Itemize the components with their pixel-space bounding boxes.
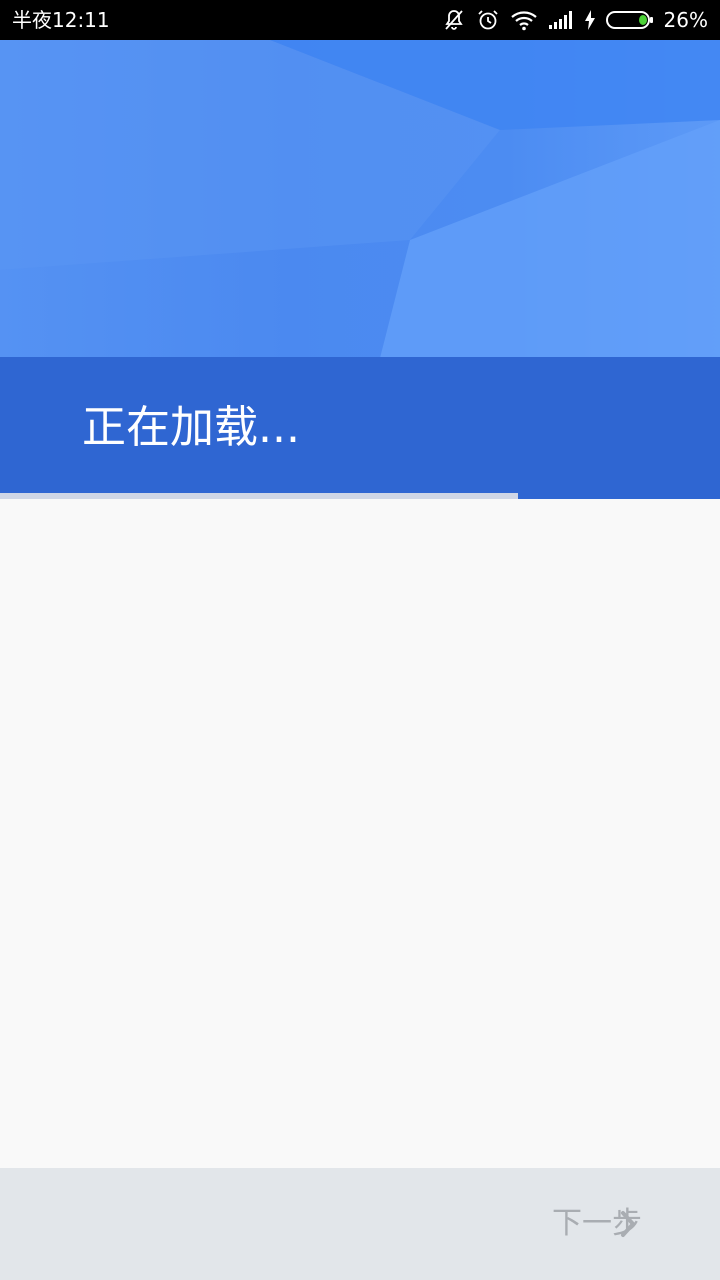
header-decoration	[0, 40, 720, 358]
header-banner	[0, 40, 720, 358]
content-area	[0, 499, 720, 1168]
page-title: 正在加载...	[82, 402, 300, 453]
status-time: 半夜12:11	[12, 8, 110, 32]
battery-percent: 26%	[663, 8, 708, 32]
status-bar: 半夜12:11 26%	[0, 0, 720, 40]
chevron-right-icon[interactable]	[620, 1210, 638, 1242]
status-icons: 26%	[442, 0, 708, 40]
notifications-off-icon	[442, 8, 466, 32]
battery-icon	[605, 8, 654, 32]
alarm-icon	[476, 8, 500, 32]
wifi-icon	[510, 8, 538, 32]
charging-icon	[584, 8, 596, 32]
signal-icon	[548, 8, 574, 32]
